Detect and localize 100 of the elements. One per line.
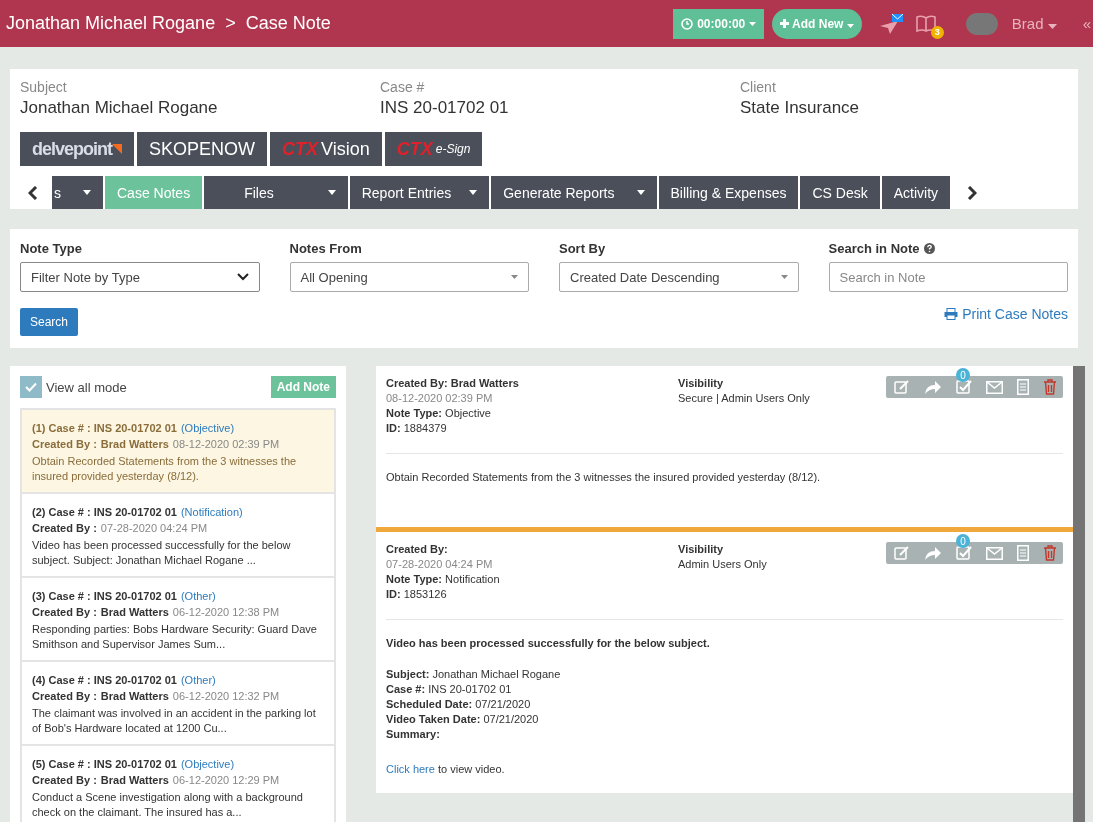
search-field[interactable]: Search in Note [828,262,1068,292]
note-excerpt: Video has been processed successfully for the below subject. Subject: Jonathan Michael Rogane ... [32,538,292,568]
document-icon[interactable] [1017,379,1029,395]
book-icon[interactable] [915,14,936,33]
avatar[interactable] [965,12,998,35]
tab[interactable]: s [52,176,103,209]
filter-label: Search in Note [828,241,920,256]
edit-icon[interactable] [894,545,910,561]
filter-dropdown[interactable]: All Opening [289,262,529,292]
checkbox[interactable] [20,376,42,398]
document-icon[interactable] [1017,545,1029,561]
note-excerpt: Obtain Recorded Statements from the 3 witnesses the insured provided yesterday (8/12). [32,454,298,484]
search-button[interactable]: Search [20,308,79,336]
edit-icon[interactable] [894,379,910,395]
plus-icon [780,18,790,28]
visibility-value: Secure | Admin Users Only [678,391,811,406]
info-value: Jonathan Michael Rogane [20,98,219,118]
note-type: (Objective) [180,421,235,436]
tab[interactable]: Generate Reports [491,176,657,209]
author-name: Brad Watters [100,605,169,620]
checkmark-icon [25,382,37,392]
note-date: 07-28-2020 04:24 PM [386,557,494,572]
note-date: 06-12-2020 12:32 PM [172,689,280,704]
chevron-right-icon[interactable] [967,185,978,200]
note-list-item[interactable]: (1) Case # : INS 20-01702 01 (Objective) Created By : Brad Watters 08-12-2020 02:39 PM Obtain Recorded Statements from the 3 witnesses the insured provided yesterday (8/12). [20,408,336,494]
note-heading: (1) Case # : INS 20-01702 01 [32,421,177,436]
author-name: Brad Watters [100,689,169,704]
integration-button[interactable]: CTX e-Sign [384,132,483,166]
note-heading: (3) Case # : INS 20-01702 01 [32,589,177,604]
clock-icon [681,17,694,30]
author-name: Brad Watters [100,437,169,452]
note-excerpt: Responding parties: Bobs Hardware Security: Guard Dave Smithson and Supervisor James Sum... [32,622,318,652]
note-list-item[interactable]: (3) Case # : INS 20-01702 01 (Other) Created By : Brad Watters 06-12-2020 12:38 PM Responding parties: Bobs Hardware Security: Guard Dave Smithson and Supervisor James Sum... [20,576,336,662]
breadcrumb-separator: > [225,13,236,34]
note-heading: (5) Case # : INS 20-01702 01 [32,757,177,772]
integration-button[interactable]: SKOPENOW [137,132,268,166]
share-icon[interactable] [924,545,942,561]
visibility-label: Visibility [678,542,725,557]
note-list-item[interactable]: (5) Case # : INS 20-01702 01 (Objective) Created By : Brad Watters 06-12-2020 12:29 PM Conduct a Scene investigation along with a background check on the claimant. The insured has a... [20,744,336,822]
tab[interactable]: Activity [881,176,951,209]
integration-button[interactable]: CTX Vision [270,132,382,166]
note-field: Case #: INS 20-01702 01 [386,682,1063,697]
created-by-label: Created By : [32,437,97,452]
note-heading: (2) Case # : INS 20-01702 01 [32,505,177,520]
task-check-icon[interactable] [956,545,972,561]
integration-button[interactable]: delvepoint [20,132,134,166]
note-heading: (4) Case # : INS 20-01702 01 [32,673,177,688]
created-by-label: Created By : [32,773,97,788]
caret-icon [749,21,757,26]
note-type-text: Note Type: Objective [386,406,492,421]
note-date: 08-12-2020 02:39 PM [386,391,494,406]
chevron-down-icon [236,273,249,281]
note-excerpt: The claimant was involved in an accident in the parking lot of Bob's Hardware located at 1200 Cu... [32,706,317,736]
visibility-label: Visibility [678,376,725,391]
info-value: State Insurance [740,98,861,118]
created-by-text: Created By: Brad Watters [386,376,520,391]
tab[interactable]: Files [204,176,348,209]
filter-label: Notes From [289,241,362,256]
note-type: (Other) [180,589,216,604]
author-name: Brad Watters [100,773,169,788]
tab[interactable]: Report Entries [349,176,490,209]
visibility-value: Admin Users Only [678,557,768,572]
note-text: Video has been processed successfully for the below subject. [386,636,711,651]
print-link[interactable]: Print Case Notes [944,306,1068,322]
view-video-link[interactable]: Click here [386,763,435,775]
note-date: 06-12-2020 12:29 PM [172,773,280,788]
note-type: (Other) [180,673,216,688]
tab[interactable]: Billing & Expenses [658,176,799,209]
note-field: Video Taken Date: 07/21/2020 [386,712,1063,727]
filter-dropdown[interactable]: Created Date Descending [559,262,799,292]
envelope-icon[interactable] [986,546,1003,560]
trash-icon[interactable] [1043,379,1057,395]
note-list-item[interactable]: (4) Case # : INS 20-01702 01 (Other) Created By : Brad Watters 06-12-2020 12:32 PM The claimant was involved in an accident in the parking lot of Bob's Hardware located at 1200 Cu... [20,660,336,746]
note-field: Scheduled Date: 07/21/2020 [386,697,1063,712]
trash-icon[interactable] [1043,545,1057,561]
tab[interactable]: CS Desk [800,176,880,209]
share-icon[interactable] [924,379,942,395]
chevron-left-icon[interactable] [28,185,38,200]
caret-icon [511,275,518,279]
breadcrumb-title: Jonathan Michael Rogane [6,13,216,34]
note-date: 07-28-2020 04:24 PM [100,521,208,536]
scrollbar[interactable] [1073,366,1085,822]
envelope-icon[interactable] [986,380,1003,394]
checkbox-label: View all mode [46,379,127,395]
task-check-icon[interactable] [956,379,972,395]
count-badge: 0 [956,534,970,548]
filter-label: Sort By [559,241,606,256]
caret-icon [1047,24,1057,29]
note-type-text: Note Type: Notification [386,572,501,587]
info-label: Client [740,79,777,95]
note-field: Subject: Jonathan Michael Rogane [386,667,1063,682]
info-value: INS 20-01702 01 [380,98,510,118]
info-label: Subject [20,79,68,95]
page-title: Case Note [245,13,331,34]
note-type-dropdown[interactable]: Filter Note by Type [20,262,260,292]
info-label: Case # [380,79,426,95]
caret-icon [780,275,788,279]
note-field: Summary: [386,727,1063,742]
note-list-item[interactable]: (2) Case # : INS 20-01702 01 (Notification) Created By : 07-28-2020 04:24 PM Video has been processed successfully for the below subject. Subject: Jonathan Michael Rogane ... [20,492,336,578]
created-by-text: Created By: [386,542,449,557]
